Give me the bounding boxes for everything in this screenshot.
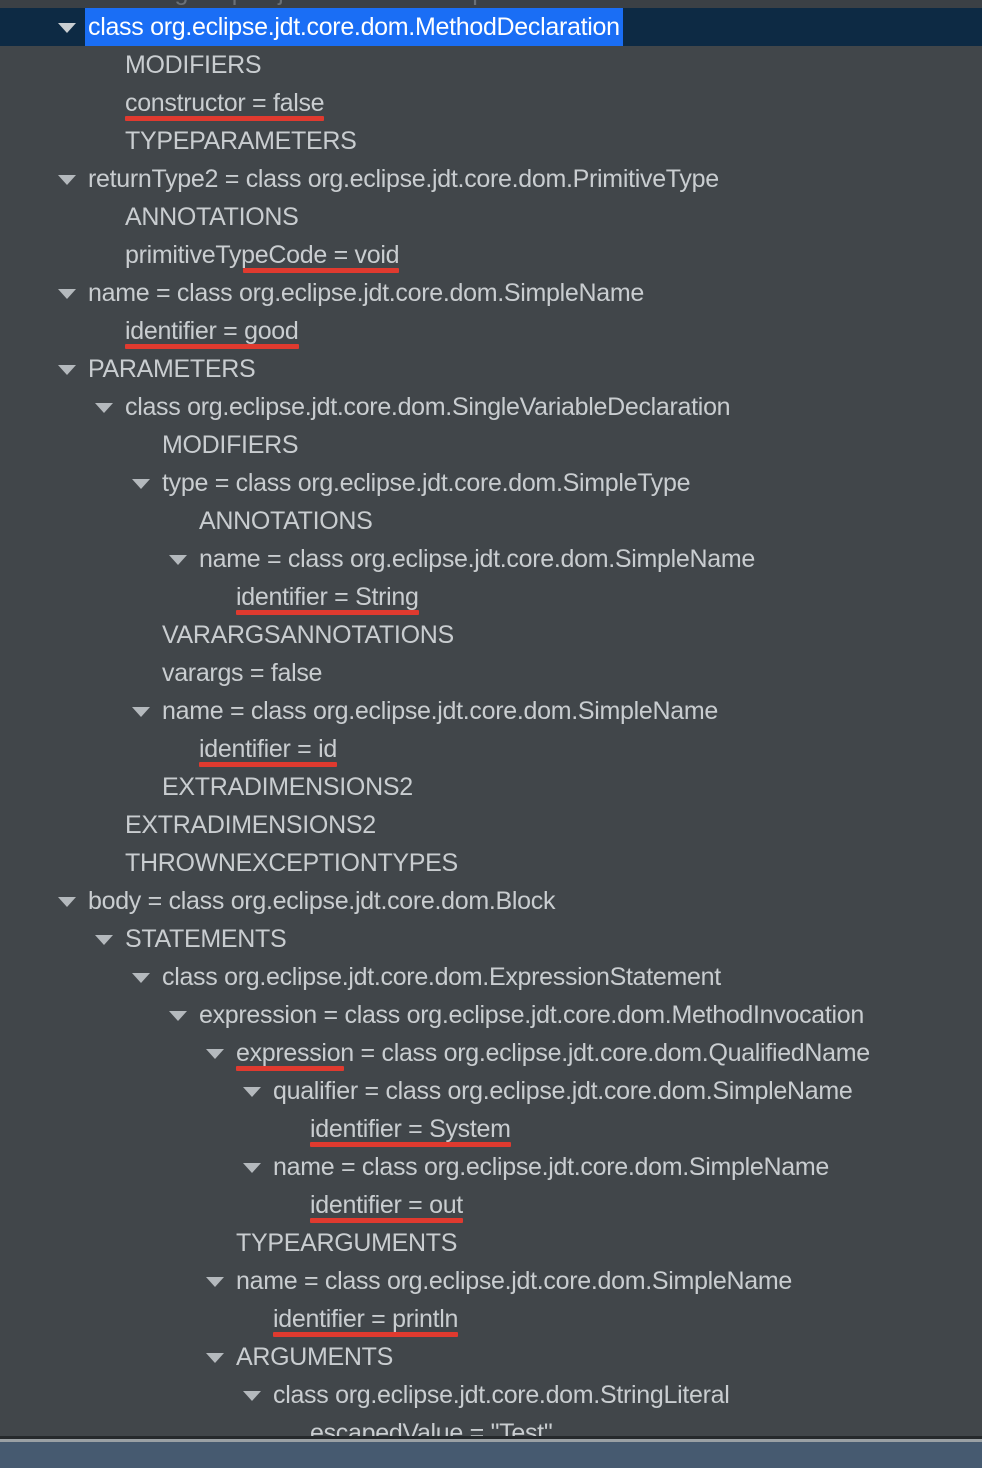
tree-row[interactable]: PARAMETERS — [0, 350, 982, 388]
clipped-top-row-label: class org.eclipse.jdt.core.dom.Compilati… — [90, 0, 594, 7]
bottom-status-strip — [0, 1442, 982, 1468]
tree-row-label: qualifier = class org.eclipse.jdt.core.d… — [273, 1077, 853, 1105]
tree-row-label: name = class org.eclipse.jdt.core.dom.Si… — [162, 697, 718, 725]
tree-row-label: EXTRADIMENSIONS2 — [162, 773, 413, 801]
chevron-down-icon[interactable] — [243, 1391, 261, 1401]
tree-row[interactable]: constructor = false — [0, 84, 982, 122]
tree-row[interactable]: identifier = out — [0, 1186, 982, 1224]
tree-row[interactable]: TYPEPARAMETERS — [0, 122, 982, 160]
chevron-down-icon[interactable] — [169, 555, 187, 565]
tree-row[interactable]: identifier = String — [0, 578, 982, 616]
tree-row[interactable]: qualifier = class org.eclipse.jdt.core.d… — [0, 1072, 982, 1110]
tree-row[interactable]: TYPEARGUMENTS — [0, 1224, 982, 1262]
tree-row-label: STATEMENTS — [125, 925, 287, 953]
tree-row-label: ANNOTATIONS — [199, 507, 373, 535]
tree-row-label: MODIFIERS — [162, 431, 299, 459]
tree-row[interactable]: name = class org.eclipse.jdt.core.dom.Si… — [0, 1148, 982, 1186]
chevron-down-icon[interactable] — [58, 289, 76, 299]
tree-row[interactable]: varargs = false — [0, 654, 982, 692]
tree-row[interactable]: expression = class org.eclipse.jdt.core.… — [0, 1034, 982, 1072]
tree-row-label: class org.eclipse.jdt.core.dom.Expressio… — [162, 963, 721, 991]
tree-row[interactable]: name = class org.eclipse.jdt.core.dom.Si… — [0, 274, 982, 312]
tree-rows-container[interactable]: class org.eclipse.jdt.core.dom.MethodDec… — [0, 8, 982, 1452]
tree-row[interactable]: identifier = good — [0, 312, 982, 350]
chevron-down-icon[interactable] — [206, 1353, 224, 1363]
chevron-down-icon[interactable] — [58, 175, 76, 185]
chevron-down-icon[interactable] — [206, 1049, 224, 1059]
chevron-down-icon[interactable] — [169, 1011, 187, 1021]
tree-row[interactable]: ANNOTATIONS — [0, 502, 982, 540]
tree-row-label: name = class org.eclipse.jdt.core.dom.Si… — [273, 1153, 829, 1181]
chevron-down-icon[interactable] — [132, 707, 150, 717]
chevron-down-icon[interactable] — [95, 403, 113, 413]
tree-row-label: class org.eclipse.jdt.core.dom.StringLit… — [273, 1381, 730, 1409]
tree-row[interactable]: name = class org.eclipse.jdt.core.dom.Si… — [0, 692, 982, 730]
red-underline-annotation — [125, 344, 299, 349]
chevron-down-icon[interactable] — [58, 23, 76, 33]
chevron-down-icon[interactable] — [58, 897, 76, 907]
tree-row[interactable]: ARGUMENTS — [0, 1338, 982, 1376]
tree-row-label: class org.eclipse.jdt.core.dom.SingleVar… — [125, 393, 731, 421]
tree-row-label: PARAMETERS — [88, 355, 256, 383]
tree-row[interactable]: EXTRADIMENSIONS2 — [0, 768, 982, 806]
tree-row-label: returnType2 = class org.eclipse.jdt.core… — [88, 165, 719, 193]
tree-row-label: class org.eclipse.jdt.core.dom.MethodDec… — [85, 8, 623, 46]
red-underline-annotation — [236, 1066, 344, 1071]
tree-row-label: body = class org.eclipse.jdt.core.dom.Bl… — [88, 887, 556, 915]
tree-row-label: EXTRADIMENSIONS2 — [125, 811, 376, 839]
tree-row[interactable]: class org.eclipse.jdt.core.dom.StringLit… — [0, 1376, 982, 1414]
clipped-top-row: class org.eclipse.jdt.core.dom.Compilati… — [0, 0, 982, 8]
chevron-down-icon[interactable] — [95, 935, 113, 945]
tree-row[interactable]: ANNOTATIONS — [0, 198, 982, 236]
tree-row-label: TYPEPARAMETERS — [125, 127, 357, 155]
tree-row[interactable]: body = class org.eclipse.jdt.core.dom.Bl… — [0, 882, 982, 920]
tree-row-label: VARARGSANNOTATIONS — [162, 621, 454, 649]
tree-row-label: ARGUMENTS — [236, 1343, 394, 1371]
tree-row[interactable]: class org.eclipse.jdt.core.dom.Expressio… — [0, 958, 982, 996]
ast-tree-panel: class org.eclipse.jdt.core.dom.Compilati… — [0, 0, 982, 1468]
chevron-down-icon[interactable] — [243, 1163, 261, 1173]
tree-row-label: name = class org.eclipse.jdt.core.dom.Si… — [88, 279, 644, 307]
red-underline-annotation — [242, 268, 400, 273]
tree-row-selected[interactable]: class org.eclipse.jdt.core.dom.MethodDec… — [0, 8, 982, 46]
tree-row-label: TYPEARGUMENTS — [236, 1229, 458, 1257]
tree-row[interactable]: type = class org.eclipse.jdt.core.dom.Si… — [0, 464, 982, 502]
tree-row-label: name = class org.eclipse.jdt.core.dom.Si… — [199, 545, 755, 573]
tree-row[interactable]: STATEMENTS — [0, 920, 982, 958]
tree-row[interactable]: MODIFIERS — [0, 426, 982, 464]
tree-row-label: ANNOTATIONS — [125, 203, 299, 231]
tree-row-label: MODIFIERS — [125, 51, 262, 79]
tree-row-label: name = class org.eclipse.jdt.core.dom.Si… — [236, 1267, 792, 1295]
tree-row[interactable]: THROWNEXCEPTIONTYPES — [0, 844, 982, 882]
tree-row-label: THROWNEXCEPTIONTYPES — [125, 849, 458, 877]
tree-row-label: expression = class org.eclipse.jdt.core.… — [199, 1001, 864, 1029]
red-underline-annotation — [310, 1218, 463, 1223]
red-underline-annotation — [125, 116, 325, 121]
red-underline-annotation — [236, 610, 419, 615]
tree-row[interactable]: expression = class org.eclipse.jdt.core.… — [0, 996, 982, 1034]
chevron-down-icon[interactable] — [132, 479, 150, 489]
tree-row[interactable]: class org.eclipse.jdt.core.dom.SingleVar… — [0, 388, 982, 426]
tree-row[interactable]: VARARGSANNOTATIONS — [0, 616, 982, 654]
red-underline-annotation — [310, 1142, 511, 1147]
chevron-down-icon[interactable] — [243, 1087, 261, 1097]
tree-row-label: varargs = false — [162, 659, 323, 687]
tree-row[interactable]: identifier = println — [0, 1300, 982, 1338]
tree-row[interactable]: EXTRADIMENSIONS2 — [0, 806, 982, 844]
tree-row-label: type = class org.eclipse.jdt.core.dom.Si… — [162, 469, 691, 497]
tree-row[interactable]: name = class org.eclipse.jdt.core.dom.Si… — [0, 540, 982, 578]
red-underline-annotation — [273, 1332, 459, 1337]
tree-row[interactable]: identifier = System — [0, 1110, 982, 1148]
red-underline-annotation — [199, 762, 337, 767]
tree-row[interactable]: identifier = id — [0, 730, 982, 768]
chevron-down-icon[interactable] — [206, 1277, 224, 1287]
tree-row[interactable]: MODIFIERS — [0, 46, 982, 84]
chevron-down-icon[interactable] — [58, 365, 76, 375]
tree-row[interactable]: name = class org.eclipse.jdt.core.dom.Si… — [0, 1262, 982, 1300]
tree-row[interactable]: primitiveTypeCode = void — [0, 236, 982, 274]
chevron-down-icon[interactable] — [132, 973, 150, 983]
tree-row[interactable]: returnType2 = class org.eclipse.jdt.core… — [0, 160, 982, 198]
